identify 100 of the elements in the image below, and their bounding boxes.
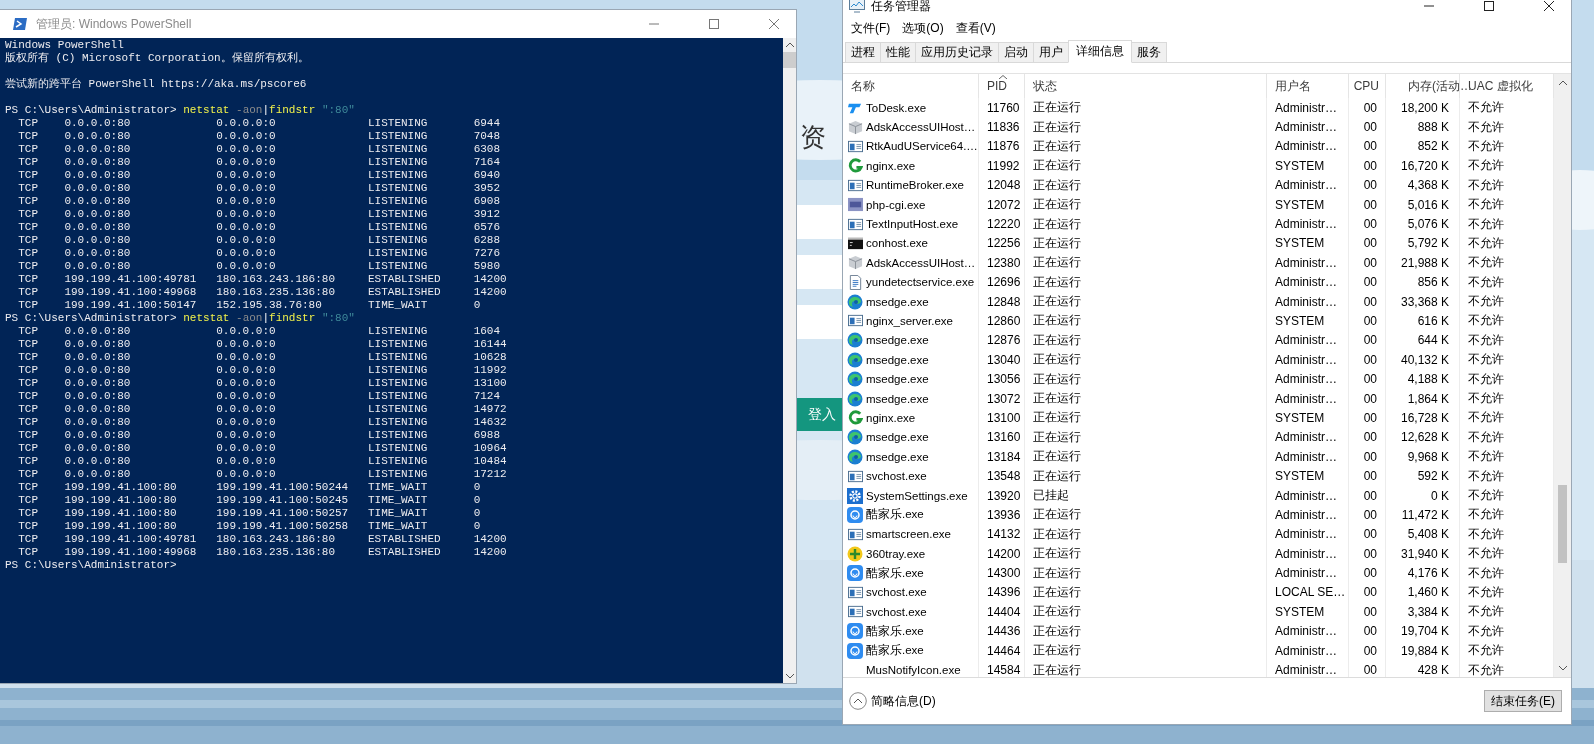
- status-cell: 已挂起: [1025, 485, 1267, 506]
- address-text: 0.0.0.0:80: [64, 351, 132, 364]
- pid-text: 6944: [473, 117, 501, 130]
- menu-item[interactable]: 文件(F): [851, 19, 891, 37]
- memory-cell: 616 K: [1386, 311, 1460, 331]
- input-field[interactable]: [796, 255, 843, 289]
- state-text: LISTENING: [368, 117, 429, 130]
- address-text: 0.0.0.0:80: [64, 208, 132, 221]
- process-name: 酷家乐.exe: [866, 507, 924, 523]
- address-text: 0.0.0.0:80: [64, 377, 132, 390]
- address-text: 0.0.0.0:80: [64, 260, 132, 273]
- address-text: 0.0.0.0:80: [64, 156, 132, 169]
- user-cell: SYSTEM: [1267, 602, 1349, 622]
- collapse-icon[interactable]: [849, 692, 867, 710]
- menu-item[interactable]: 查看(V): [955, 19, 996, 37]
- column-header[interactable]: CPU: [1353, 79, 1379, 93]
- pid-text: 3912: [473, 208, 501, 221]
- state-text: TIME_WAIT: [368, 494, 429, 507]
- scroll-thumb[interactable]: [783, 52, 796, 68]
- tab[interactable]: 用户: [1033, 42, 1069, 62]
- protocol-text: TCP: [18, 117, 39, 130]
- pid-text: 6940: [473, 169, 501, 182]
- scroll-up-icon[interactable]: [785, 42, 794, 47]
- address-text: 0.0.0.0:80: [64, 442, 132, 455]
- maximize-icon[interactable]: [1484, 1, 1494, 11]
- pid-cell: 11992: [979, 156, 1025, 176]
- menu-item[interactable]: 选项(O): [902, 19, 944, 37]
- process-name: SystemSettings.exe: [866, 489, 968, 502]
- pid-text: 14200: [473, 533, 507, 546]
- pid-text: 0: [473, 299, 481, 312]
- status-cell: 正在运行: [1025, 369, 1267, 389]
- memory-cell: 592 K: [1386, 466, 1460, 486]
- column-header[interactable]: PID: [987, 79, 1007, 93]
- tab[interactable]: 性能: [880, 42, 916, 62]
- address-text: 199.199.41.100:80: [64, 481, 178, 494]
- status-cell: 正在运行: [1025, 505, 1267, 525]
- user-cell: SYSTEM: [1267, 156, 1349, 176]
- column-header[interactable]: 用户名: [1275, 77, 1311, 95]
- status-cell: 正在运行: [1025, 253, 1267, 273]
- user-cell: Administr…: [1267, 291, 1349, 312]
- status-cell: 正在运行: [1025, 291, 1267, 312]
- protocol-text: TCP: [18, 169, 39, 182]
- cpu-cell: 00: [1349, 233, 1386, 254]
- memory-cell: 5,792 K: [1386, 233, 1460, 254]
- memory-cell: 428 K: [1386, 660, 1460, 677]
- scroll-down-icon[interactable]: [1558, 666, 1567, 671]
- pid-text: 14200: [473, 286, 507, 299]
- protocol-text: TCP: [18, 377, 39, 390]
- status-cell: 正在运行: [1025, 427, 1267, 448]
- address-text: 0.0.0.0:80: [64, 130, 132, 143]
- window-icon: [847, 526, 863, 542]
- document-icon: [847, 274, 863, 290]
- command-text: -aon: [236, 312, 263, 325]
- pid-cell: 13160: [979, 427, 1025, 448]
- input-field[interactable]: [796, 205, 843, 239]
- memory-cell: 11,472 K: [1386, 505, 1460, 525]
- scroll-thumb[interactable]: [1558, 485, 1567, 563]
- protocol-text: TCP: [18, 260, 39, 273]
- protocol-text: TCP: [18, 455, 39, 468]
- scrollbar[interactable]: [1554, 74, 1571, 677]
- state-text: LISTENING: [368, 208, 429, 221]
- column-header[interactable]: 状态: [1033, 77, 1057, 95]
- process-name: MusNotifyIcon.exe: [866, 664, 961, 676]
- tab[interactable]: 应用历史记录: [915, 42, 999, 62]
- pid-text: 14200: [473, 273, 507, 286]
- tab[interactable]: 进程: [845, 42, 881, 62]
- login-button[interactable]: 登入: [796, 398, 843, 431]
- user-cell: Administr…: [1267, 544, 1349, 564]
- process-name: svchost.exe: [866, 586, 927, 599]
- fewer-details-link[interactable]: 简略信息(D): [871, 692, 936, 710]
- state-text: LISTENING: [368, 364, 429, 377]
- memory-cell: 19,704 K: [1386, 621, 1460, 641]
- process-name: nginx.exe: [866, 411, 916, 424]
- tab[interactable]: 服务: [1131, 42, 1167, 62]
- end-task-button[interactable]: 结束任务(E): [1484, 690, 1562, 712]
- user-cell: Administr…: [1267, 214, 1349, 234]
- tab[interactable]: 详细信息: [1068, 40, 1132, 63]
- address-text: 0.0.0.0:0: [216, 143, 277, 156]
- tab[interactable]: 启动: [998, 42, 1034, 62]
- state-text: LISTENING: [368, 442, 429, 455]
- scroll-up-icon[interactable]: [1558, 80, 1567, 85]
- pid-cell: 14200: [979, 544, 1025, 564]
- pid-text: 0: [473, 520, 481, 533]
- column-header[interactable]: 名称: [851, 77, 875, 95]
- memory-cell: 4,188 K: [1386, 369, 1460, 389]
- address-text: 0.0.0.0:0: [216, 156, 277, 169]
- address-text: 199.199.41.100:50257: [216, 507, 350, 520]
- scrollbar[interactable]: [783, 38, 796, 683]
- state-text: LISTENING: [368, 416, 429, 429]
- user-cell: Administr…: [1267, 427, 1349, 448]
- memory-cell: 852 K: [1386, 136, 1460, 157]
- address-text: 0.0.0.0:0: [216, 429, 277, 442]
- close-icon[interactable]: [1544, 1, 1554, 11]
- user-cell: Administr…: [1267, 272, 1349, 292]
- address-text: 199.199.41.100:49781: [64, 533, 198, 546]
- scroll-down-icon[interactable]: [785, 674, 794, 679]
- pid-cell: 13056: [979, 369, 1025, 389]
- command-text: |: [262, 312, 270, 325]
- swirl-icon: [847, 371, 863, 388]
- input-field[interactable]: [796, 305, 843, 339]
